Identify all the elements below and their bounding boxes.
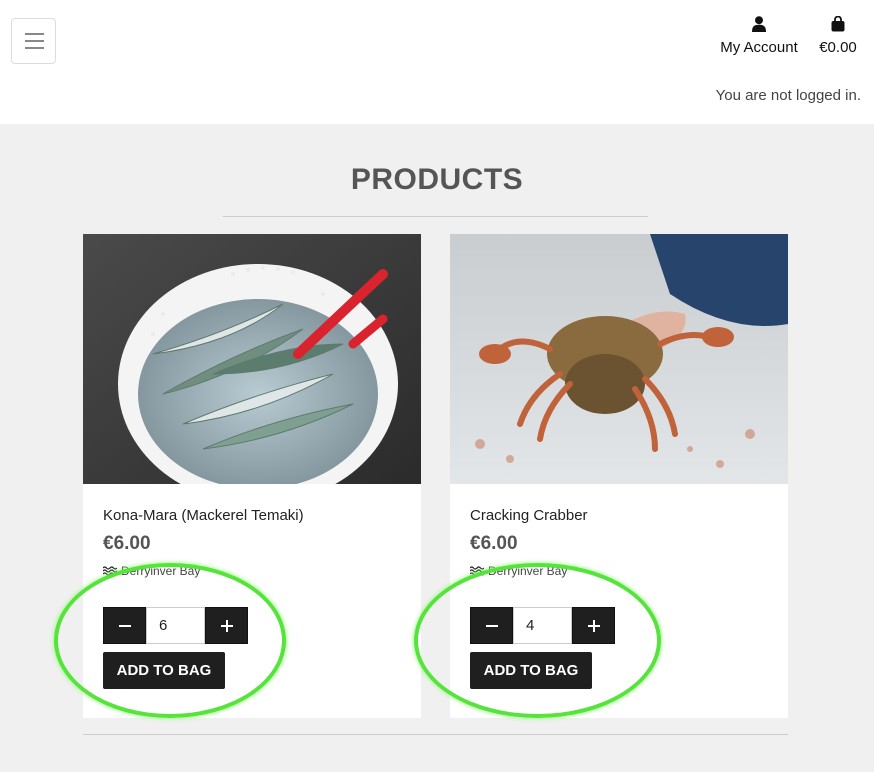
top-navbar: My Account €0.00 You are not logged in. — [0, 0, 874, 124]
product-location: Derryinver Bay — [103, 564, 200, 578]
product-name[interactable]: Cracking Crabber — [470, 507, 588, 524]
quantity-stepper — [470, 607, 615, 644]
title-divider — [223, 216, 648, 217]
decrement-button[interactable] — [103, 607, 146, 644]
add-to-bag-button[interactable]: ADD TO BAG — [103, 652, 225, 689]
product-card: Kona-Mara (Mackerel Temaki) €6.00 Derryi… — [83, 234, 421, 718]
plus-icon — [587, 619, 600, 632]
my-account-label: My Account — [720, 39, 798, 56]
user-icon — [752, 16, 766, 32]
quantity-input[interactable] — [513, 607, 572, 644]
minus-icon — [118, 624, 131, 627]
increment-button[interactable] — [205, 607, 248, 644]
product-location-label: Derryinver Bay — [488, 564, 568, 578]
menu-toggle-button[interactable] — [11, 18, 56, 64]
page-title: PRODUCTS — [350, 163, 524, 196]
plus-icon — [220, 619, 233, 632]
product-name[interactable]: Kona-Mara (Mackerel Temaki) — [103, 507, 304, 524]
menu-icon — [25, 33, 44, 35]
product-price: €6.00 — [470, 533, 518, 554]
product-image-crab[interactable] — [450, 234, 788, 484]
product-image-mackerel[interactable] — [83, 234, 421, 484]
water-icon — [103, 566, 117, 576]
minus-icon — [485, 624, 498, 627]
increment-button[interactable] — [572, 607, 615, 644]
product-location: Derryinver Bay — [470, 564, 567, 578]
product-location-label: Derryinver Bay — [121, 564, 201, 578]
my-account-link[interactable]: My Account — [714, 13, 804, 56]
product-price: €6.00 — [103, 533, 151, 554]
product-card: Cracking Crabber €6.00 Derryinver Bay AD… — [450, 234, 788, 718]
quantity-stepper — [103, 607, 248, 644]
water-icon — [470, 566, 484, 576]
add-to-bag-button[interactable]: ADD TO BAG — [470, 652, 592, 689]
shopping-bag-icon — [831, 16, 845, 32]
shopping-bag-link[interactable]: €0.00 — [813, 13, 863, 56]
login-status-text: You are not logged in. — [715, 87, 861, 104]
bag-total: €0.00 — [819, 39, 857, 56]
decrement-button[interactable] — [470, 607, 513, 644]
section-divider — [83, 734, 788, 735]
quantity-input[interactable] — [146, 607, 205, 644]
